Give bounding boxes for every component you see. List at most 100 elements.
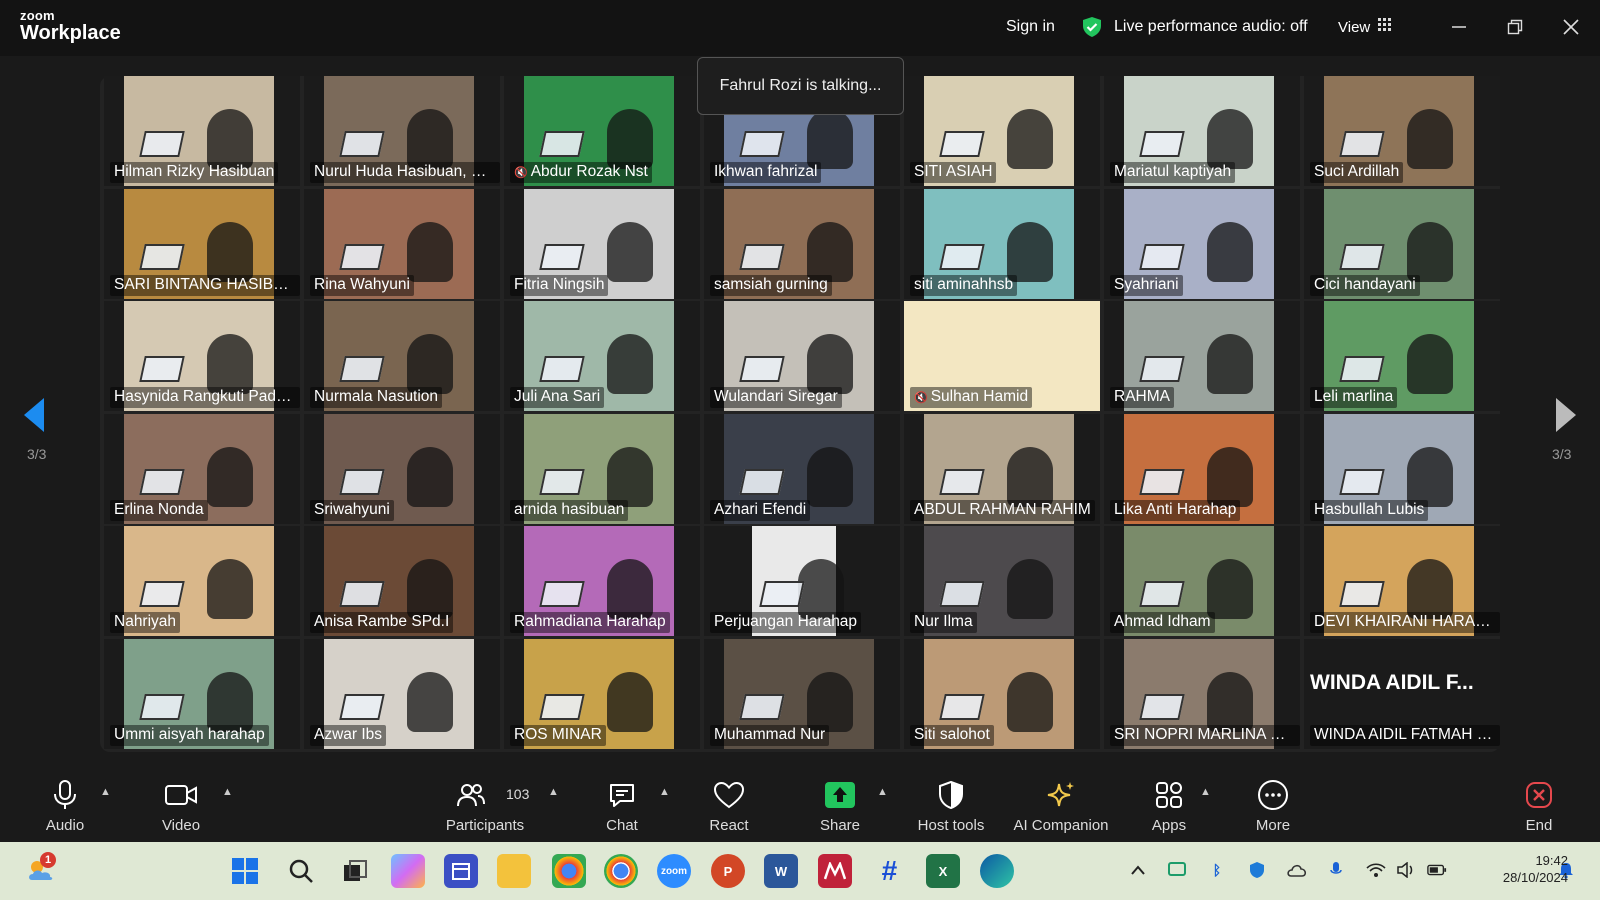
- end-meeting-button[interactable]: End: [1489, 778, 1589, 834]
- participant-count: 103: [506, 786, 530, 802]
- microphone-tray-icon[interactable]: [1326, 860, 1346, 880]
- laptop-shape: [139, 356, 185, 382]
- participant-tile[interactable]: Siti salohot: [904, 638, 1100, 749]
- view-button[interactable]: View: [1338, 18, 1392, 36]
- participant-tile[interactable]: samsiah gurning: [704, 188, 900, 299]
- participant-tile[interactable]: Leli marlina: [1304, 301, 1500, 411]
- participant-tile[interactable]: arnida hasibuan: [504, 413, 700, 524]
- participant-tile[interactable]: Hilman Rizky Hasibuan: [104, 76, 300, 186]
- participant-tile[interactable]: Azhari Efendi: [704, 413, 900, 524]
- audio-options-chevron-icon[interactable]: ▲: [100, 786, 111, 798]
- laptop-shape: [1339, 356, 1385, 382]
- monitor-app-icon[interactable]: [1167, 860, 1187, 880]
- battery-icon[interactable]: [1427, 860, 1447, 880]
- hashtag-app-icon[interactable]: #: [872, 854, 906, 888]
- participant-name: Siti salohot: [914, 725, 990, 743]
- participant-tile[interactable]: Wulandari Siregar: [704, 301, 900, 411]
- chrome-profile-icon[interactable]: [552, 854, 586, 888]
- participant-tile[interactable]: ROS MINAR: [504, 638, 700, 749]
- apps-options-chevron-icon[interactable]: ▲: [1200, 786, 1211, 798]
- ai-companion-button[interactable]: AI Companion: [1011, 778, 1111, 834]
- wifi-icon[interactable]: [1366, 860, 1386, 880]
- sign-in-link[interactable]: Sign in: [1006, 18, 1055, 36]
- minimize-icon[interactable]: [1446, 14, 1472, 40]
- participant-tile[interactable]: Azwar Ibs: [304, 638, 500, 749]
- participant-tile[interactable]: Juli Ana Sari: [504, 301, 700, 411]
- powerpoint-icon[interactable]: P: [711, 854, 745, 888]
- share-button[interactable]: Share: [790, 778, 890, 834]
- calendar-app-icon[interactable]: [444, 854, 478, 888]
- show-hidden-icons-chevron-icon[interactable]: [1128, 860, 1148, 880]
- more-button[interactable]: More: [1223, 778, 1323, 834]
- video-options-chevron-icon[interactable]: ▲: [222, 786, 233, 798]
- edge-icon[interactable]: [980, 854, 1014, 888]
- participant-tile[interactable]: Suci Ardillah: [1304, 76, 1500, 186]
- participant-tile[interactable]: Erlina Nonda: [104, 413, 300, 524]
- participant-tile[interactable]: Perjuangan Harahap: [704, 526, 900, 636]
- task-view-icon[interactable]: [338, 854, 372, 888]
- participant-tile[interactable]: Rina Wahyuni: [304, 188, 500, 299]
- laptop-shape: [339, 468, 385, 495]
- participant-tile[interactable]: Hasynida Rangkuti Padan...: [104, 301, 300, 411]
- participant-tile[interactable]: 🔇 Sulhan Hamid: [904, 301, 1100, 411]
- chrome-icon[interactable]: [604, 854, 638, 888]
- live-audio-status[interactable]: Live performance audio: off: [1114, 18, 1308, 36]
- excel-icon[interactable]: X: [926, 854, 960, 888]
- volume-icon[interactable]: [1396, 860, 1416, 880]
- participant-tile[interactable]: Nurmala Nasution: [304, 301, 500, 411]
- participant-tile[interactable]: Lika Anti Harahap: [1104, 413, 1300, 524]
- participant-name-label: Hasbullah Lubis: [1310, 499, 1429, 521]
- restore-icon[interactable]: [1502, 14, 1528, 40]
- participant-tile[interactable]: Ahmad Idham: [1104, 526, 1300, 636]
- video-button[interactable]: Video: [131, 778, 231, 834]
- participant-tile[interactable]: Nahriyah: [104, 526, 300, 636]
- participant-tile[interactable]: WINDA AIDIL F... WINDA AIDIL FATMAH HA...: [1304, 638, 1500, 749]
- participant-tile[interactable]: SARI BINTANG HASIBUAN...: [104, 188, 300, 299]
- participant-tile[interactable]: Muhammad Nur: [704, 638, 900, 749]
- participant-tile[interactable]: siti aminahhsb: [904, 188, 1100, 299]
- onedrive-cloud-icon[interactable]: [1287, 860, 1307, 880]
- participant-tile[interactable]: SRI NOPRI MARLINA RAM...: [1104, 638, 1300, 749]
- participants-options-chevron-icon[interactable]: ▲: [548, 786, 559, 798]
- windows-start-icon[interactable]: [228, 854, 262, 888]
- file-explorer-icon[interactable]: [497, 854, 531, 888]
- participant-name-label: Nurmala Nasution: [310, 387, 443, 408]
- participant-tile[interactable]: Hasbullah Lubis: [1304, 413, 1500, 524]
- participant-tile[interactable]: Syahriani: [1104, 188, 1300, 299]
- search-icon[interactable]: [284, 854, 318, 888]
- participant-tile[interactable]: 🔇 Abdur Rozak Nst: [504, 76, 700, 186]
- participant-tile[interactable]: Ummi aisyah harahap: [104, 638, 300, 749]
- participant-tile[interactable]: Anisa Rambe SPd.I: [304, 526, 500, 636]
- chat-options-chevron-icon[interactable]: ▲: [659, 786, 670, 798]
- media-app-icon[interactable]: [818, 854, 852, 888]
- participant-tile[interactable]: Sriwahyuni: [304, 413, 500, 524]
- next-page-arrow-icon[interactable]: [1556, 398, 1576, 432]
- laptop-shape: [739, 131, 785, 157]
- participant-tile[interactable]: Fitria Ningsih: [504, 188, 700, 299]
- participant-tile[interactable]: SITI ASIAH: [904, 76, 1100, 186]
- participant-tile[interactable]: Rahmadiana Harahap: [504, 526, 700, 636]
- copilot-icon[interactable]: [391, 854, 425, 888]
- host-tools-button[interactable]: Host tools: [901, 778, 1001, 834]
- participant-tile[interactable]: Nur Ilma: [904, 526, 1100, 636]
- security-shield-icon[interactable]: [1247, 860, 1267, 880]
- word-icon[interactable]: W: [764, 854, 798, 888]
- participant-tile[interactable]: Mariatul kaptiyah: [1104, 76, 1300, 186]
- participant-tile[interactable]: DEVI KHAIRANI HARAHAP: [1304, 526, 1500, 636]
- participant-display-name: WINDA AIDIL F...: [1310, 670, 1474, 694]
- share-options-chevron-icon[interactable]: ▲: [877, 786, 888, 798]
- react-button[interactable]: React: [679, 778, 779, 834]
- close-icon[interactable]: [1558, 14, 1584, 40]
- previous-page-arrow-icon[interactable]: [24, 398, 44, 432]
- more-label: More: [1255, 817, 1291, 834]
- zoom-taskbar-icon[interactable]: zoom: [657, 854, 691, 888]
- participant-name: WINDA AIDIL FATMAH HA...: [1314, 725, 1500, 743]
- participant-tile[interactable]: ABDUL RAHMAN RAHIM: [904, 413, 1100, 524]
- bluetooth-icon[interactable]: ᛒ: [1207, 860, 1227, 880]
- participant-tile[interactable]: Cici handayani: [1304, 188, 1500, 299]
- person-silhouette: [806, 109, 853, 169]
- system-clock[interactable]: 19:42 28/10/2024: [1498, 852, 1568, 886]
- participant-tile[interactable]: Nurul Huda Hasibuan, S.Ag: [304, 76, 500, 186]
- chat-button[interactable]: Chat: [572, 778, 672, 834]
- participant-tile[interactable]: RAHMA: [1104, 301, 1300, 411]
